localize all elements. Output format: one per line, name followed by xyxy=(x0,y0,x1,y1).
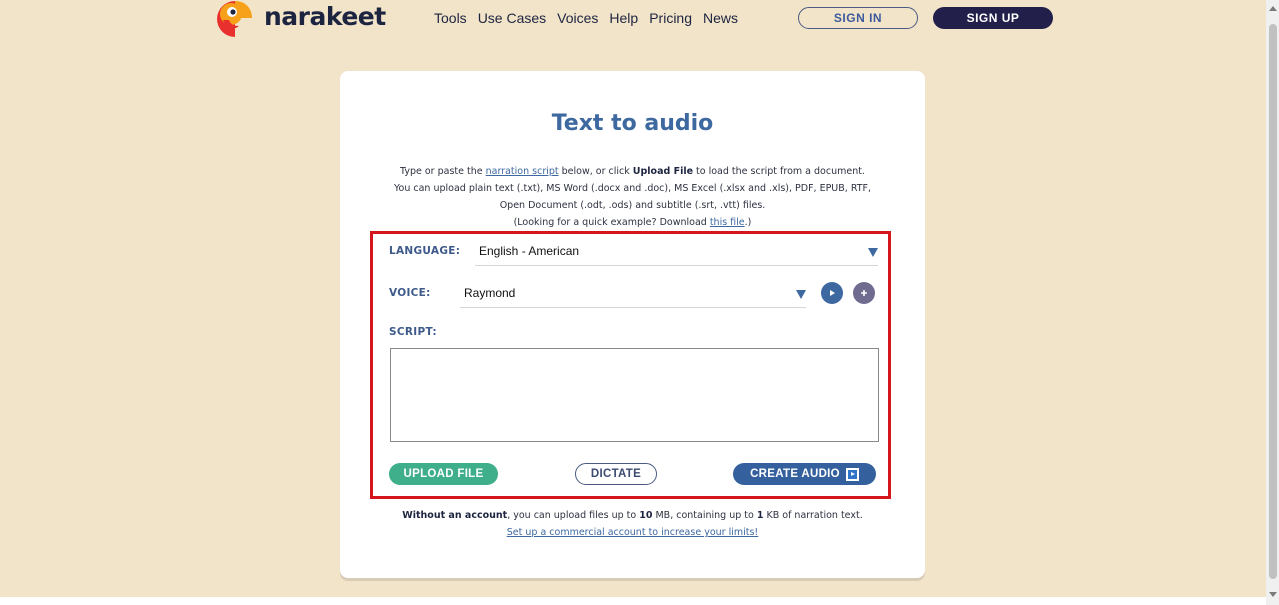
text-to-audio-card: Text to audio Type or paste the narratio… xyxy=(340,71,925,578)
voice-select[interactable]: Raymond xyxy=(460,278,806,308)
nav-voices[interactable]: Voices xyxy=(557,10,598,26)
sign-up-button[interactable]: SIGN UP xyxy=(933,7,1053,29)
script-textarea[interactable] xyxy=(390,348,879,442)
logo-text: narakeet xyxy=(264,2,386,31)
sign-in-button[interactable]: SIGN IN xyxy=(798,7,918,29)
logo[interactable]: narakeet xyxy=(217,0,392,38)
page-scrollbar[interactable] xyxy=(1266,0,1279,605)
account-limits-note: Without an account, you can upload files… xyxy=(340,507,925,541)
parrot-logo-icon xyxy=(217,1,252,37)
script-label: SCRIPT: xyxy=(389,326,437,338)
limits-text: KB of narration text. xyxy=(763,510,863,521)
play-icon xyxy=(830,290,835,296)
upload-file-emphasis: Upload File xyxy=(632,166,694,177)
upload-file-button[interactable]: UPLOAD FILE xyxy=(389,463,498,485)
commercial-account-link[interactable]: Set up a commercial account to increase … xyxy=(507,527,758,538)
scroll-up-icon[interactable] xyxy=(1269,6,1277,11)
nav-help[interactable]: Help xyxy=(609,10,638,26)
scrollbar-thumb[interactable] xyxy=(1269,24,1277,579)
supported-formats-line: You can upload plain text (.txt), MS Wor… xyxy=(393,183,872,194)
example-file-link[interactable]: this file xyxy=(710,217,745,228)
create-audio-button[interactable]: CREATE AUDIO xyxy=(733,463,876,485)
intro-text-part: to load the script from a document. xyxy=(693,166,865,177)
play-voice-sample-button[interactable] xyxy=(821,282,843,304)
intro-text-part: .) xyxy=(744,217,752,228)
nav-news[interactable]: News xyxy=(703,10,738,26)
language-select[interactable]: English - American xyxy=(475,236,878,266)
language-label: LANGUAGE: xyxy=(389,245,461,257)
intro-text-part: Type or paste the xyxy=(400,166,486,177)
page-title: Text to audio xyxy=(551,111,714,136)
narration-script-link[interactable]: narration script xyxy=(486,166,559,177)
voice-value: Raymond xyxy=(464,285,516,300)
scroll-down-icon[interactable] xyxy=(1269,592,1277,597)
chevron-down-icon xyxy=(796,290,806,299)
dictate-button[interactable]: DICTATE xyxy=(575,463,657,485)
intro-text: Type or paste the narration script below… xyxy=(360,163,905,231)
narration-form: LANGUAGE: English - American VOICE: Raym… xyxy=(370,231,891,499)
create-audio-label: CREATE AUDIO xyxy=(750,468,840,480)
nav-tools[interactable]: Tools xyxy=(434,10,467,26)
site-header: narakeet Tools Use Cases Voices Help Pri… xyxy=(0,0,1266,40)
nav-use-cases[interactable]: Use Cases xyxy=(478,10,546,26)
intro-text-part: below, or click xyxy=(558,166,633,177)
page-bottom-strip xyxy=(0,597,1266,605)
nav-pricing[interactable]: Pricing xyxy=(649,10,692,26)
limits-text: MB, containing up to xyxy=(652,510,757,521)
video-play-icon xyxy=(845,467,859,481)
language-value: English - American xyxy=(479,243,580,258)
voice-label: VOICE: xyxy=(389,287,431,299)
supported-formats-line-2: Open Document (.odt, .ods) and subtitle … xyxy=(499,200,766,211)
intro-text-part: (Looking for a quick example? Download xyxy=(513,217,710,228)
limits-text: , you can upload files up to xyxy=(507,510,640,521)
limits-emphasis: Without an account xyxy=(402,510,508,521)
size-limit: 10 xyxy=(639,510,653,521)
main-nav: Tools Use Cases Voices Help Pricing News xyxy=(434,10,749,26)
plus-icon xyxy=(861,290,867,296)
add-voice-button[interactable] xyxy=(853,282,875,304)
chevron-down-icon xyxy=(868,248,878,257)
